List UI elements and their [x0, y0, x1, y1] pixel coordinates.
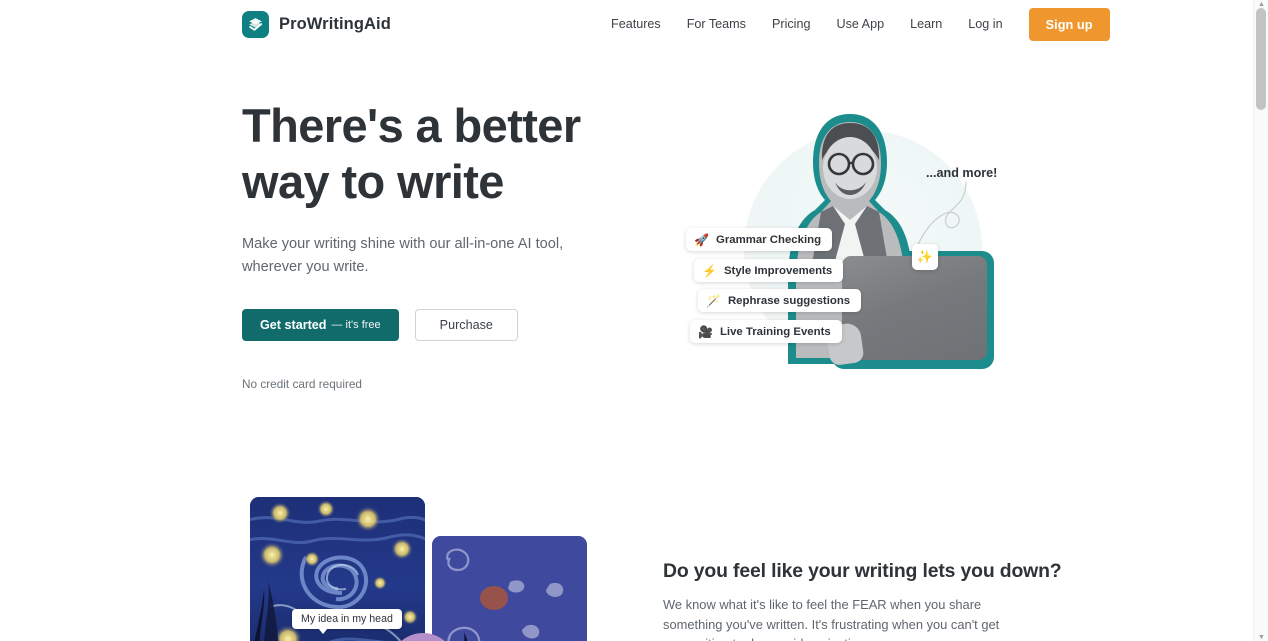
- feature-pill-label: Style Improvements: [723, 264, 833, 277]
- video-camera-icon: 🎥: [698, 324, 713, 339]
- main-navigation: Features For Teams Pricing Use App Learn…: [598, 0, 1110, 48]
- no-credit-card-note: No credit card required: [242, 377, 362, 391]
- section-two-heading: Do you feel like your writing lets you d…: [663, 560, 1062, 582]
- hero-section: There's a better way to write Make your …: [242, 98, 622, 391]
- idea-caption-label: My idea in my head: [292, 609, 402, 634]
- rocket-icon: 🚀: [694, 232, 709, 247]
- feature-pill: 🚀 Grammar Checking: [686, 228, 833, 251]
- feature-pill: 🪄 Rephrase suggestions: [698, 289, 862, 312]
- nav-item-use-app[interactable]: Use App: [823, 0, 897, 48]
- brand-name: ProWritingAid: [279, 15, 391, 33]
- get-started-label: Get started: [260, 318, 327, 332]
- site-header: ProWritingAid Features For Teams Pricing…: [0, 0, 1253, 48]
- hero-title-line-1: There's a better: [242, 99, 581, 152]
- nav-item-log-in[interactable]: Log in: [955, 0, 1015, 48]
- feature-pill: ⚡ Style Improvements: [694, 259, 844, 282]
- feature-pill: 🎥 Live Training Events: [690, 320, 842, 343]
- and-more-label: ...and more!: [926, 166, 998, 180]
- illustration-laptop: [842, 256, 987, 360]
- scrollbar-thumb[interactable]: [1256, 8, 1266, 110]
- magic-wand-icon: 🪄: [706, 293, 721, 308]
- feature-pill-label: Live Training Events: [719, 325, 831, 338]
- get-started-button[interactable]: Get started — it's free: [242, 309, 399, 341]
- flat-starry-night-version: [432, 536, 587, 641]
- page-scrollbar[interactable]: ▲ ▼: [1253, 0, 1268, 641]
- nav-item-for-teams[interactable]: For Teams: [674, 0, 759, 48]
- hero-title-line-2: way to write: [242, 155, 504, 208]
- scroll-up-arrow-icon[interactable]: ▲: [1254, 0, 1268, 8]
- nav-item-learn[interactable]: Learn: [897, 0, 955, 48]
- hero-subtitle: Make your writing shine with our all-in-…: [242, 236, 564, 275]
- hero-cta-group: Get started — it's free Purchase: [242, 309, 622, 341]
- stacked-pages-check-icon: [242, 11, 269, 38]
- feature-pill-label: Rephrase suggestions: [727, 294, 851, 307]
- section-two-body: We know what it's like to feel the FEAR …: [663, 597, 1000, 641]
- feature-pill-label: Grammar Checking: [715, 233, 822, 246]
- section-two-illustration: My idea in my head: [250, 497, 630, 641]
- page-root: ProWritingAid Features For Teams Pricing…: [0, 0, 1268, 641]
- brand-logo-link[interactable]: ProWritingAid: [242, 11, 391, 38]
- nav-item-features[interactable]: Features: [598, 0, 674, 48]
- hero-illustration: 🚀 Grammar Checking ⚡ Style Improvements …: [660, 96, 1030, 396]
- scroll-down-arrow-icon[interactable]: ▼: [1254, 633, 1268, 641]
- lightning-icon: ⚡: [702, 263, 717, 278]
- nav-item-pricing[interactable]: Pricing: [759, 0, 824, 48]
- purchase-button[interactable]: Purchase: [414, 309, 518, 341]
- hero-title: There's a better way to write: [242, 98, 622, 210]
- section-two-copy: Do you feel like your writing lets you d…: [663, 560, 1062, 641]
- get-started-suffix: — it's free: [331, 319, 381, 331]
- sparkles-icon: ✨: [912, 244, 938, 270]
- signup-button[interactable]: Sign up: [1028, 7, 1110, 41]
